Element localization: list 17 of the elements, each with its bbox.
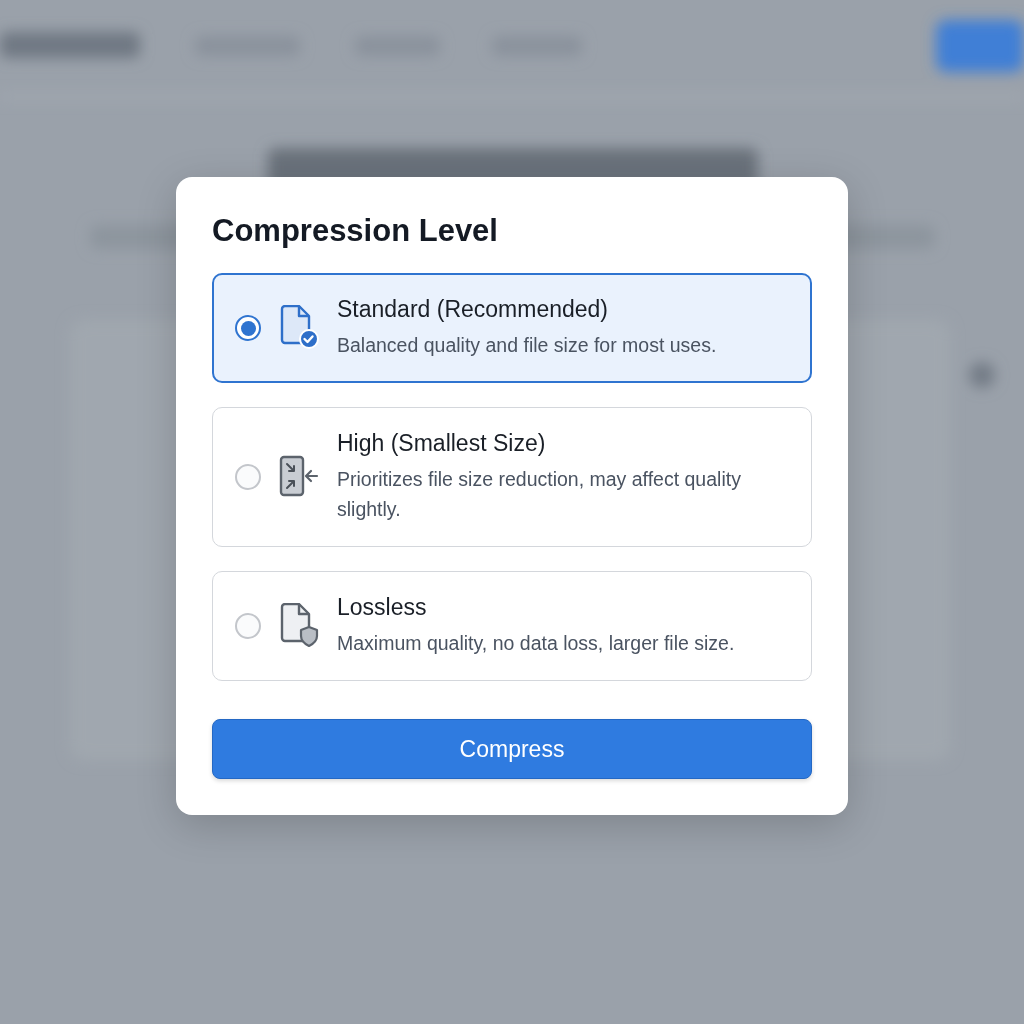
radio-button[interactable] xyxy=(235,464,261,490)
option-title: High (Smallest Size) xyxy=(337,430,547,458)
document-shield-icon xyxy=(279,602,319,649)
dialog-title: Compression Level xyxy=(212,213,498,249)
radio-button[interactable] xyxy=(235,612,261,639)
option-card[interactable]: Lossless Maximum quality, no data loss, larger file size. xyxy=(212,570,812,681)
document-check-icon xyxy=(279,305,319,352)
option-title: Lossless xyxy=(337,593,428,621)
option-description: Maximum quality, no data loss, larger file size. xyxy=(337,630,735,656)
radio-button[interactable] xyxy=(235,315,261,342)
option-card[interactable]: High (Smallest Size) Prioritizes file size reduction, may affect quality slightly. xyxy=(212,407,812,547)
option-description: Prioritizes file size reduction, may affect quality slightly. xyxy=(337,467,742,522)
option-description: Balanced quality and file size for most uses. xyxy=(337,333,717,358)
option-title: Standard (Recommended) xyxy=(337,296,610,323)
blurred-icon xyxy=(969,362,995,388)
option-card[interactable]: Standard (Recommended) Balanced quality and file size for most uses. xyxy=(212,273,812,384)
compress-button[interactable]: Compress xyxy=(212,719,812,779)
